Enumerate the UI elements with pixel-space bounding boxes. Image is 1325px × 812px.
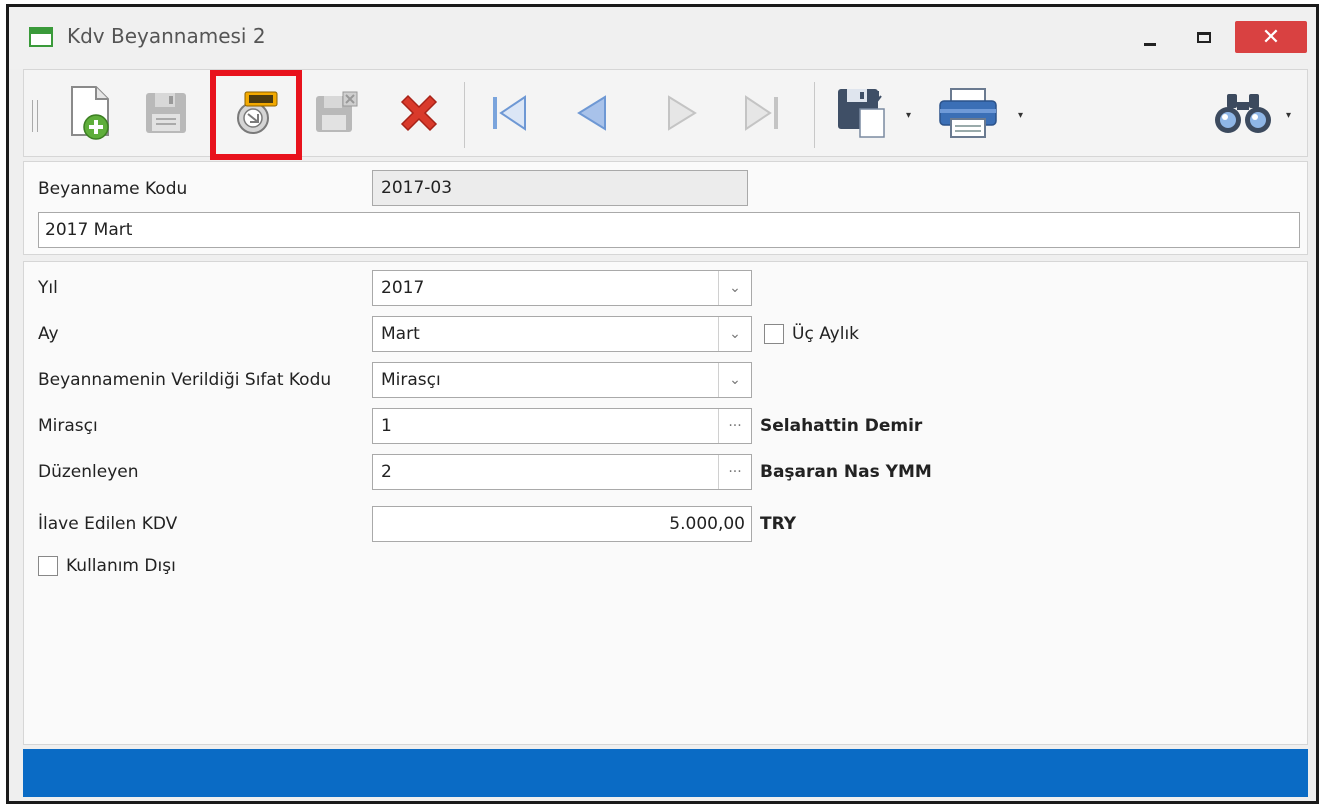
previous-record-button[interactable] (564, 80, 618, 146)
new-button[interactable] (60, 80, 120, 146)
first-record-icon (493, 95, 526, 131)
chevron-down-icon[interactable]: ⌄ (718, 271, 751, 305)
save-as-icon (838, 89, 885, 138)
toolbar-grip[interactable] (32, 100, 38, 132)
header-panel: Beyanname Kodu 2017-03 2017 Mart (23, 161, 1308, 255)
status-bar (23, 749, 1308, 797)
details-panel: Yıl 2017 ⌄ Ay Mart ⌄ Üç Aylık Beyannamen… (23, 261, 1308, 745)
save-button[interactable] (136, 80, 196, 146)
year-label: Yıl (38, 278, 58, 298)
preparer-lookup-field[interactable]: 2 ··· (372, 454, 752, 490)
capacity-code-label: Beyannamenin Verildiği Sıfat Kodu (38, 370, 332, 390)
last-record-icon (745, 95, 778, 131)
title-bar[interactable]: Kdv Beyannamesi 2 ✕ (9, 7, 1316, 69)
month-label: Ay (38, 324, 59, 344)
added-vat-input[interactable]: 5.000,00 (372, 506, 752, 542)
toolbar-separator (464, 82, 465, 148)
save-close-icon (316, 91, 358, 132)
save-as-dropdown-icon[interactable]: ▾ (906, 110, 911, 121)
window-title: Kdv Beyannamesi 2 (67, 24, 266, 48)
quarterly-checkbox[interactable] (764, 324, 784, 344)
find-button[interactable] (1208, 80, 1278, 146)
heir-lookup-field[interactable]: 1 ··· (372, 408, 752, 444)
save-close-button[interactable] (306, 80, 366, 146)
print-button[interactable] (928, 80, 1008, 146)
kdv-declaration-window: Kdv Beyannamesi 2 ✕ ▾ ▾ ▾ Beyanname Kodu… (6, 4, 1319, 804)
currency-label: TRY (760, 514, 797, 534)
new-document-icon (71, 86, 109, 140)
heir-label: Mirasçı (38, 416, 98, 436)
print-dropdown-icon[interactable]: ▾ (1018, 110, 1023, 121)
print-icon (939, 88, 997, 138)
maximize-button[interactable] (1181, 21, 1227, 53)
disabled-label: Kullanım Dışı (66, 556, 176, 576)
delete-button[interactable] (384, 80, 454, 146)
ellipsis-icon[interactable]: ··· (718, 455, 751, 489)
first-record-button[interactable] (482, 80, 536, 146)
chevron-down-icon[interactable]: ⌄ (718, 317, 751, 351)
year-select[interactable]: 2017 ⌄ (372, 270, 752, 306)
added-vat-label: İlave Edilen KDV (38, 514, 178, 534)
window-form-icon (29, 27, 53, 47)
minimize-icon (1144, 42, 1156, 46)
next-record-icon (668, 95, 697, 131)
preparer-name: Başaran Nas YMM (760, 462, 932, 482)
previous-record-icon (577, 95, 606, 131)
find-icon (1215, 94, 1271, 133)
capacity-code-select[interactable]: Mirasçı ⌄ (372, 362, 752, 398)
save-icon (146, 93, 186, 133)
next-record-button[interactable] (654, 80, 708, 146)
xml-button-highlight (210, 70, 302, 160)
minimize-button[interactable] (1127, 21, 1173, 53)
disabled-checkbox[interactable] (38, 556, 58, 576)
close-icon: ✕ (1261, 24, 1281, 50)
close-button[interactable]: ✕ (1235, 21, 1307, 53)
ellipsis-icon[interactable]: ··· (718, 409, 751, 443)
preparer-label: Düzenleyen (38, 462, 139, 482)
delete-icon (400, 94, 438, 132)
heir-name: Selahattin Demir (760, 416, 923, 436)
month-select[interactable]: Mart ⌄ (372, 316, 752, 352)
toolbar-separator (814, 82, 815, 148)
declaration-code-field[interactable]: 2017-03 (372, 170, 748, 206)
quarterly-label: Üç Aylık (792, 324, 860, 344)
declaration-code-label: Beyanname Kodu (38, 179, 188, 199)
toolbar: ▾ ▾ ▾ (23, 69, 1308, 160)
chevron-down-icon[interactable]: ⌄ (718, 363, 751, 397)
maximize-icon (1197, 31, 1211, 43)
find-dropdown-icon[interactable]: ▾ (1286, 110, 1291, 121)
save-as-button[interactable] (824, 80, 898, 146)
last-record-button[interactable] (734, 80, 794, 146)
description-field[interactable]: 2017 Mart (38, 212, 1300, 248)
